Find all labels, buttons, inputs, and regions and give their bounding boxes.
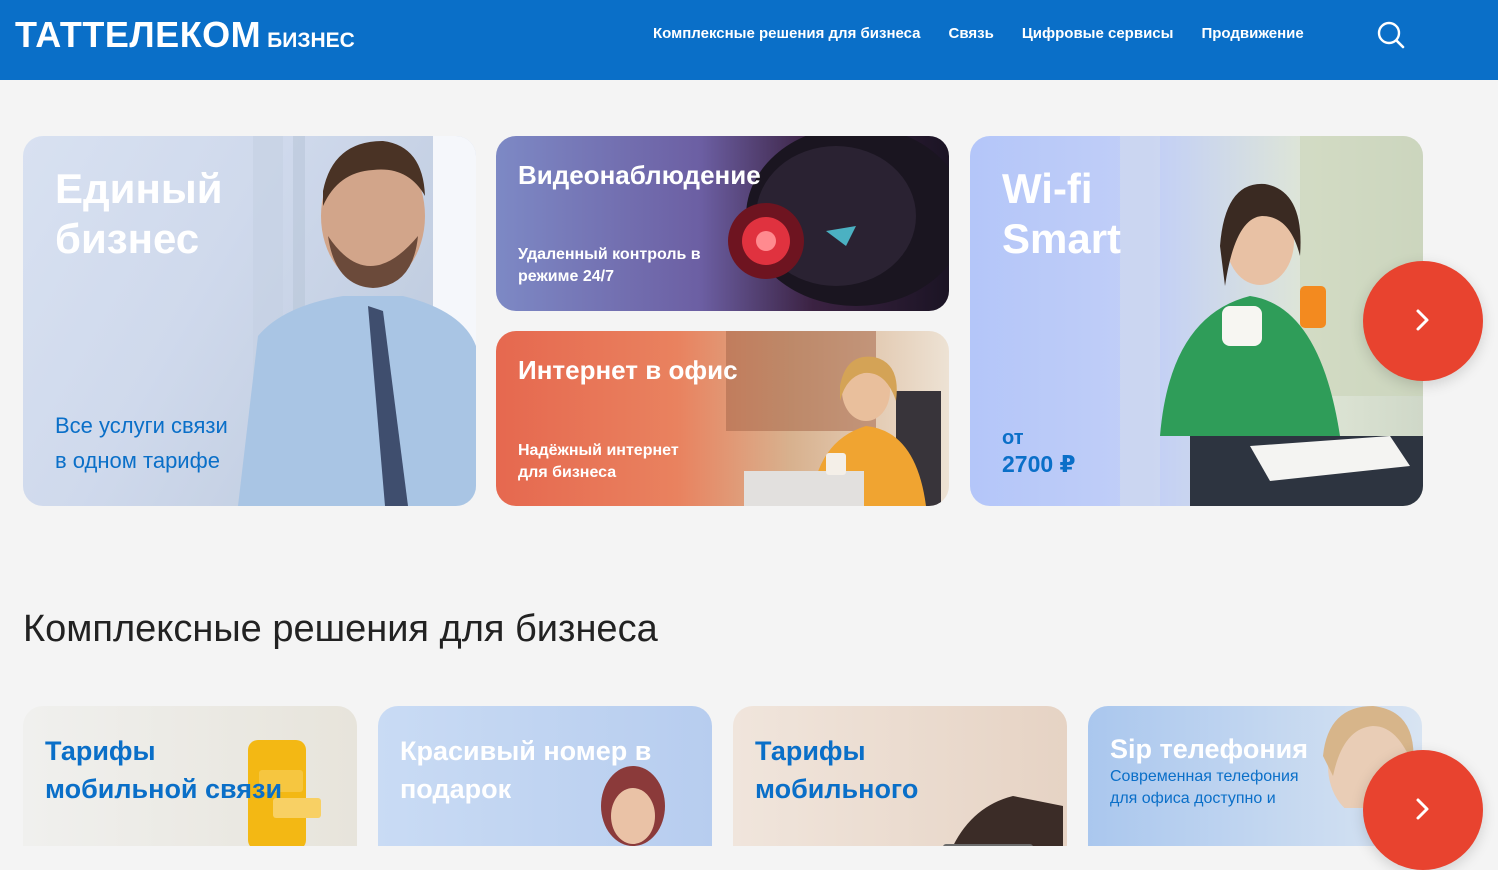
subtitle-line: для офиса доступно и — [1110, 790, 1276, 807]
card-title: Видеонаблюдение — [518, 160, 761, 190]
card-title: Wi-fi Smart — [1002, 164, 1121, 264]
nav-digital-services[interactable]: Цифровые сервисы — [1022, 25, 1174, 42]
title-line: бизнес — [55, 215, 200, 262]
card-title: Единый бизнес — [55, 164, 223, 264]
nav-complex-solutions[interactable]: Комплексные решения для бизнеса — [653, 25, 921, 42]
solution-card-beautiful-number[interactable]: Красивый номер в подарок — [378, 706, 712, 846]
section-title: Комплексные решения для бизнеса — [23, 608, 658, 650]
solution-title: Красивый номер в подарок — [400, 732, 651, 808]
solution-title: Sip телефония — [1110, 734, 1308, 764]
description-line: режиме 24/7 — [518, 268, 614, 285]
hand-phone-photo — [943, 796, 1063, 846]
solution-subtitle: Современная телефония для офиса доступно… — [1110, 766, 1299, 810]
card-description: Надёжный интернет для бизнеса — [518, 440, 679, 484]
site-header: ТАТТЕЛЕКОМ БИЗНЕС Комплексные решения для… — [0, 0, 1498, 80]
card-description: Все услуги связи в одном тарифе — [55, 408, 228, 478]
logo-sub-text: БИЗНЕС — [267, 29, 355, 52]
solutions-next-button[interactable] — [1363, 750, 1483, 870]
nav-promotion[interactable]: Продвижение — [1201, 25, 1303, 42]
title-line: Wi-fi — [1002, 165, 1093, 212]
title-line: Единый — [55, 165, 223, 212]
title-line: мобильного — [755, 774, 919, 804]
price-block: от 2700 ₽ — [1002, 426, 1076, 478]
description-line: Надёжный интернет — [518, 442, 679, 459]
carousel-next-button[interactable] — [1363, 261, 1483, 381]
search-icon[interactable] — [1374, 18, 1408, 52]
chevron-right-icon — [1413, 302, 1433, 341]
banner-video-surveillance[interactable]: Видеонаблюдение Удаленный контроль в реж… — [496, 136, 949, 311]
solution-card-mobile-tariffs[interactable]: Тарифы мобильной связи — [23, 706, 357, 846]
main-nav: Комплексные решения для бизнеса Связь Ци… — [653, 25, 1332, 42]
description-line: Удаленный контроль в — [518, 246, 701, 263]
banner-office-internet[interactable]: Интернет в офис Надёжный интернет для би… — [496, 331, 949, 506]
price-prefix: от — [1002, 427, 1024, 449]
card-title: Интернет в офис — [518, 355, 738, 385]
solution-card-mobile-internet[interactable]: Тарифы мобильного — [733, 706, 1067, 846]
solution-title: Тарифы мобильного — [755, 732, 918, 808]
description-line: для бизнеса — [518, 464, 617, 481]
nav-communication[interactable]: Связь — [949, 25, 994, 42]
banner-unified-business[interactable]: Единый бизнес Все услуги связи в одном т… — [23, 136, 476, 506]
solution-title: Тарифы мобильной связи — [45, 732, 282, 808]
description-line: в одном тарифе — [55, 448, 220, 473]
logo[interactable]: ТАТТЕЛЕКОМ БИЗНЕС — [15, 14, 355, 56]
title-line: Smart — [1002, 215, 1122, 262]
price-value: 2700 ₽ — [1002, 451, 1076, 477]
title-line: Красивый номер в — [400, 736, 652, 766]
title-line: Тарифы — [45, 736, 156, 766]
logo-main-text: ТАТТЕЛЕКОМ — [15, 14, 262, 55]
title-line: мобильной связи — [45, 774, 283, 804]
banner-wifi-smart[interactable]: Wi-fi Smart от 2700 ₽ — [970, 136, 1423, 506]
card-description: Удаленный контроль в режиме 24/7 — [518, 244, 701, 288]
description-line: Все услуги связи — [55, 413, 228, 438]
title-line: подарок — [400, 774, 512, 804]
chevron-right-icon — [1413, 791, 1433, 830]
subtitle-line: Современная телефония — [1110, 768, 1299, 785]
title-line: Тарифы — [755, 736, 866, 766]
